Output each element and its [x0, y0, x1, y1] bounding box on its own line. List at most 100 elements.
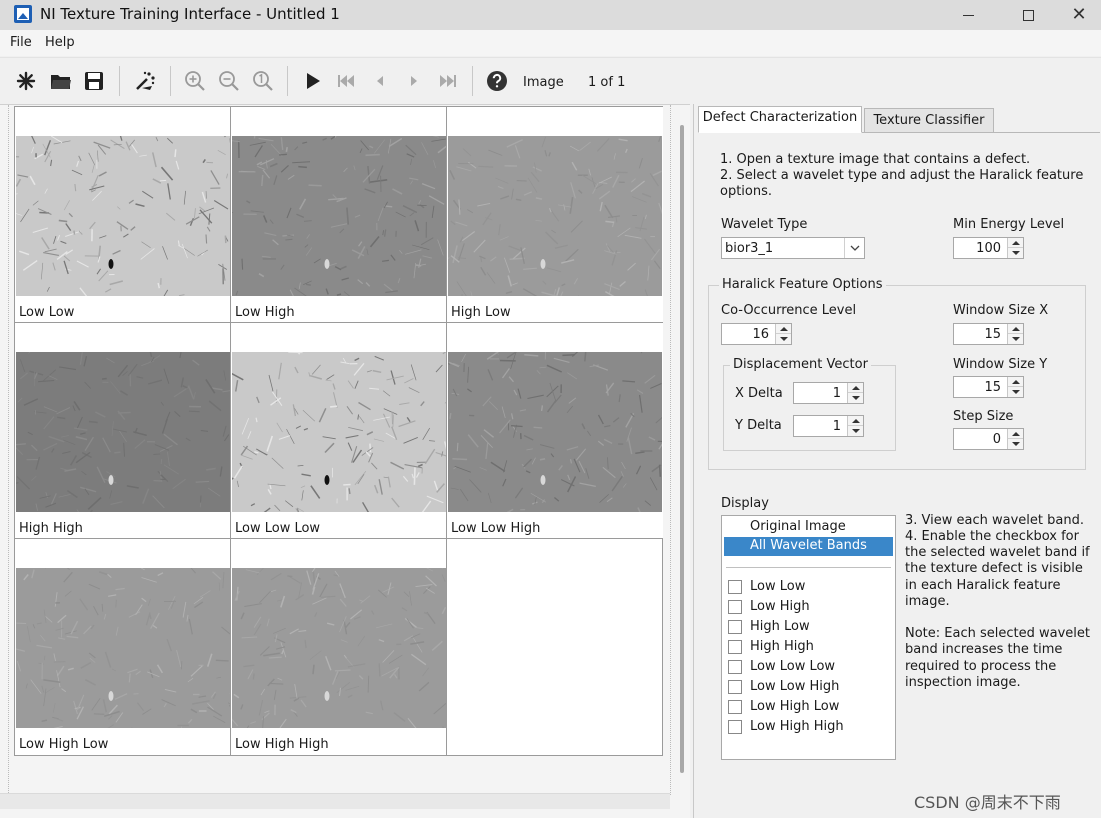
wavelet-band-grid: Low Low Low High High Low High High Low … — [5, 106, 668, 756]
band-cell[interactable]: Low High High — [228, 539, 447, 755]
minimize-button[interactable] — [945, 0, 991, 30]
checkbox-label: Low Low High — [750, 679, 840, 694]
min-energy-label: Min Energy Level — [953, 217, 1065, 232]
step-size-stepper[interactable]: 0 — [953, 428, 1024, 450]
spin-up-icon[interactable] — [848, 383, 863, 393]
y-delta-value: 1 — [832, 419, 841, 434]
tab-texture-classifier[interactable]: Texture Classifier — [864, 108, 994, 134]
zoom-in-icon[interactable] — [182, 68, 208, 94]
checkbox[interactable] — [728, 680, 742, 694]
checkbox[interactable] — [728, 580, 742, 594]
toolbar-separator — [287, 66, 288, 96]
window-size-y-stepper[interactable]: 15 — [953, 376, 1024, 398]
checkbox[interactable] — [728, 600, 742, 614]
band-cell[interactable]: High High — [6, 323, 240, 539]
window-title: NI Texture Training Interface - Untitled… — [40, 5, 340, 23]
checkbox[interactable] — [728, 640, 742, 654]
skip-first-icon[interactable] — [333, 68, 359, 94]
step-forward-icon[interactable] — [401, 68, 427, 94]
step-size-label: Step Size — [953, 409, 1014, 424]
band-cell[interactable]: Low High Low — [8, 539, 242, 755]
spin-down-icon[interactable] — [848, 426, 863, 436]
band-cell[interactable]: Low Low — [5, 107, 231, 323]
tab-defect-characterization[interactable]: Defect Characterization — [698, 106, 862, 133]
close-button[interactable]: ✕ — [1056, 0, 1101, 30]
spin-down-icon[interactable] — [776, 334, 791, 344]
band-cell[interactable]: High Low — [435, 107, 665, 323]
defect-characterization-panel: 1. Open a texture image that contains a … — [698, 132, 1100, 818]
help-text-line: the selected wavelet band if — [905, 545, 1090, 560]
menu-file[interactable]: File — [10, 35, 32, 50]
display-option-original[interactable]: Original Image — [724, 518, 893, 537]
spin-up-icon[interactable] — [776, 324, 791, 334]
menu-help[interactable]: Help — [45, 35, 75, 50]
title-bar: NI Texture Training Interface - Untitled… — [0, 0, 1101, 30]
wavelet-type-label: Wavelet Type — [721, 217, 808, 232]
min-energy-stepper[interactable]: 100 — [953, 237, 1024, 259]
magic-wand-icon[interactable] — [132, 68, 158, 94]
maximize-button[interactable] — [1005, 0, 1051, 30]
display-label: Display — [721, 496, 769, 511]
zoom-fit-icon[interactable] — [250, 68, 276, 94]
zoom-out-icon[interactable] — [216, 68, 242, 94]
wavelet-type-value: bior3_1 — [725, 241, 774, 256]
toolbar: Image 1 of 1 — [0, 57, 1101, 103]
help-icon[interactable] — [484, 68, 510, 94]
spin-up-icon[interactable] — [1008, 377, 1023, 387]
horizontal-scrollbar[interactable] — [0, 793, 670, 809]
new-icon[interactable] — [13, 68, 39, 94]
vertical-scrollbar[interactable] — [680, 125, 684, 773]
spin-down-icon[interactable] — [1008, 334, 1023, 344]
spin-up-icon[interactable] — [1008, 324, 1023, 334]
spin-up-icon[interactable] — [1008, 429, 1023, 439]
checkbox-label: High High — [750, 639, 814, 654]
spin-down-icon[interactable] — [1008, 248, 1023, 258]
instruction-line: options. — [720, 184, 773, 199]
x-delta-stepper[interactable]: 1 — [793, 382, 864, 404]
band-cell[interactable]: Low Low Low — [219, 323, 455, 539]
checkbox[interactable] — [728, 700, 742, 714]
spin-down-icon[interactable] — [1008, 387, 1023, 397]
checkbox-label: High Low — [750, 619, 810, 634]
band-image — [8, 562, 242, 742]
co-occurrence-stepper[interactable]: 16 — [721, 323, 792, 345]
window-size-x-stepper[interactable]: 15 — [953, 323, 1024, 345]
window-size-y-value: 15 — [984, 380, 1001, 395]
checkbox-label: Low Low — [750, 579, 806, 594]
instruction-line: 2. Select a wavelet type and adjust the … — [720, 168, 1084, 183]
play-icon[interactable] — [300, 68, 326, 94]
checkbox[interactable] — [728, 720, 742, 734]
pane-edge — [8, 105, 9, 795]
x-delta-label: X Delta — [735, 386, 783, 401]
band-label: High High — [19, 521, 83, 536]
app-icon — [14, 5, 32, 23]
step-back-icon[interactable] — [367, 68, 393, 94]
toolbar-separator — [119, 66, 120, 96]
help-note-line: band increases the time — [905, 642, 1063, 657]
image-label: Image — [523, 75, 564, 90]
help-text-line: the texture defect is visible — [905, 561, 1083, 576]
spin-down-icon[interactable] — [848, 393, 863, 403]
spin-up-icon[interactable] — [848, 416, 863, 426]
checkbox[interactable] — [728, 660, 742, 674]
spin-up-icon[interactable] — [1008, 238, 1023, 248]
band-cell[interactable]: Low High — [222, 107, 447, 323]
y-delta-stepper[interactable]: 1 — [793, 415, 864, 437]
wavelet-type-select[interactable]: bior3_1 — [721, 237, 865, 259]
band-cell[interactable]: Low Low High — [436, 323, 668, 539]
help-text-line: 4. Enable the checkbox for — [905, 529, 1079, 544]
help-note-line: inspection image. — [905, 675, 1021, 690]
display-option-all-bands[interactable]: All Wavelet Bands — [724, 537, 893, 556]
band-image — [435, 125, 665, 307]
spin-down-icon[interactable] — [1008, 439, 1023, 449]
chevron-down-icon — [844, 238, 864, 258]
skip-last-icon[interactable] — [435, 68, 461, 94]
band-label: Low Low High — [451, 521, 541, 536]
checkbox[interactable] — [728, 620, 742, 634]
save-icon[interactable] — [81, 68, 107, 94]
open-folder-icon[interactable] — [48, 68, 74, 94]
page-indicator: 1 of 1 — [588, 75, 626, 90]
maximize-icon — [1022, 9, 1034, 21]
toolbar-separator — [170, 66, 171, 96]
window-size-x-label: Window Size X — [953, 303, 1049, 318]
